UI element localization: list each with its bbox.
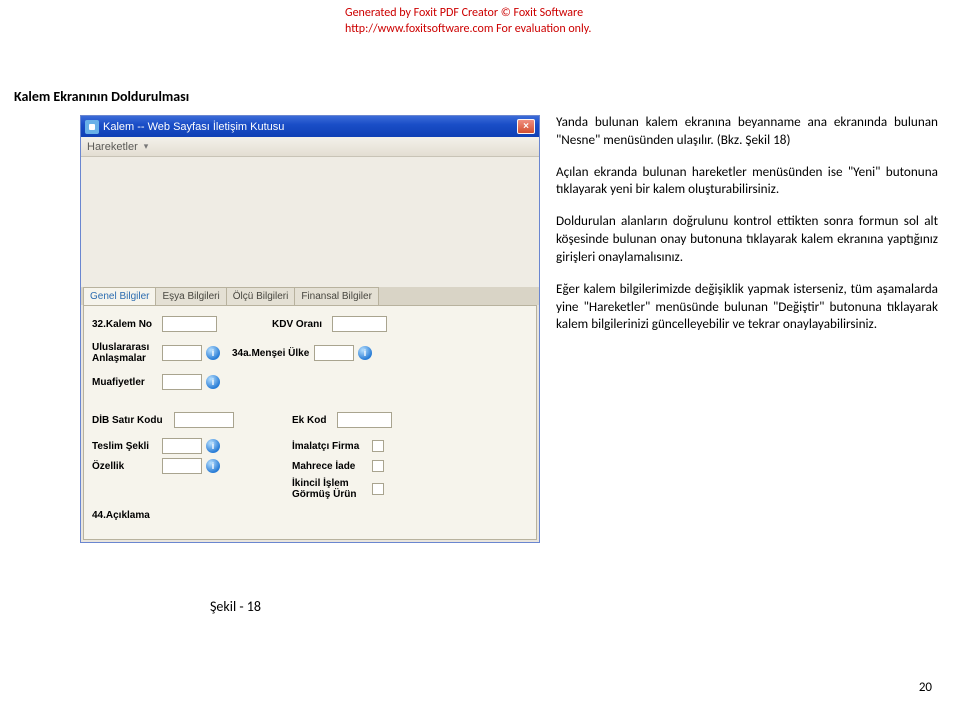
label-aciklama: 44.Açıklama [92, 510, 162, 521]
form-panel: 32.Kalem No KDV Oranı Uluslararası Anlaş… [83, 305, 537, 540]
paragraph-4: Eğer kalem bilgilerimizde değişiklik yap… [556, 280, 938, 333]
checkbox-imalatci[interactable] [372, 440, 384, 452]
dialog-title: Kalem -- Web Sayfası İletişim Kutusu [103, 121, 284, 133]
field-ozellik[interactable] [162, 458, 202, 474]
watermark-link: http://www.foxitsoftware.com [345, 22, 493, 36]
paragraph-1: Yanda bulunan kalem ekranına beyanname a… [556, 113, 938, 149]
page-number: 20 [919, 680, 932, 695]
chevron-down-icon: ▾ [144, 141, 149, 152]
app-icon [85, 120, 99, 134]
info-icon[interactable]: i [358, 346, 372, 360]
field-kdv-orani[interactable] [332, 316, 387, 332]
checkbox-mahrece[interactable] [372, 460, 384, 472]
label-ikincil: İkincil İşlem Görmüş Ürün [292, 478, 372, 500]
dialog-upper-area [81, 157, 539, 287]
watermark-line1b: © Foxit Software [501, 6, 583, 20]
pdf-watermark: Generated by Foxit PDF Creator © Foxit S… [345, 6, 591, 37]
menu-hareketler[interactable]: Hareketler [87, 141, 138, 153]
label-mensei: 34a.Menşei Ülke [232, 348, 314, 359]
paragraph-2: Açılan ekranda bulunan hareketler menüsü… [556, 163, 938, 199]
label-ekkod: Ek Kod [292, 415, 337, 426]
label-ozellik: Özellik [92, 461, 162, 472]
label-muafiyetler: Muafiyetler [92, 377, 162, 388]
description-text: Yanda bulunan kalem ekranına beyanname a… [556, 113, 938, 347]
figure-caption: Şekil - 18 [210, 598, 261, 615]
info-icon[interactable]: i [206, 346, 220, 360]
info-icon[interactable]: i [206, 439, 220, 453]
label-mahrece: Mahrece İade [292, 461, 372, 472]
info-icon[interactable]: i [206, 375, 220, 389]
dialog-menubar: Hareketler ▾ [81, 137, 539, 157]
tab-bar: Genel Bilgiler Eşya Bilgileri Ölçü Bilgi… [81, 287, 539, 305]
label-teslim: Teslim Şekli [92, 441, 162, 452]
dialog-titlebar[interactable]: Kalem -- Web Sayfası İletişim Kutusu × [81, 116, 539, 137]
tab-genel-bilgiler[interactable]: Genel Bilgiler [83, 287, 156, 305]
field-dib[interactable] [174, 412, 234, 428]
field-uluslararasi[interactable] [162, 345, 202, 361]
checkbox-ikincil[interactable] [372, 483, 384, 495]
kalem-dialog: Kalem -- Web Sayfası İletişim Kutusu × H… [80, 115, 540, 543]
label-kalem-no: 32.Kalem No [92, 319, 162, 330]
label-kdv-orani: KDV Oranı [272, 319, 332, 330]
field-ekkod[interactable] [337, 412, 392, 428]
tab-esya-bilgileri[interactable]: Eşya Bilgileri [155, 287, 226, 305]
field-teslim[interactable] [162, 438, 202, 454]
tab-finansal-bilgiler[interactable]: Finansal Bilgiler [294, 287, 379, 305]
field-mensei[interactable] [314, 345, 354, 361]
label-uluslararasi: Uluslararası Anlaşmalar [92, 342, 162, 364]
watermark-line2b: For evaluation only. [493, 22, 591, 36]
watermark-line1a: Generated by Foxit PDF Creator [345, 6, 501, 20]
paragraph-3: Doldurulan alanların doğrulunu kontrol e… [556, 212, 938, 265]
field-kalem-no[interactable] [162, 316, 217, 332]
close-icon: × [523, 121, 529, 132]
close-button[interactable]: × [517, 119, 535, 134]
field-muafiyetler[interactable] [162, 374, 202, 390]
tab-olcu-bilgileri[interactable]: Ölçü Bilgileri [226, 287, 296, 305]
info-icon[interactable]: i [206, 459, 220, 473]
label-dib: DİB Satır Kodu [92, 415, 174, 426]
label-imalatci: İmalatçı Firma [292, 441, 372, 452]
section-heading: Kalem Ekranının Doldurulması [14, 88, 189, 105]
